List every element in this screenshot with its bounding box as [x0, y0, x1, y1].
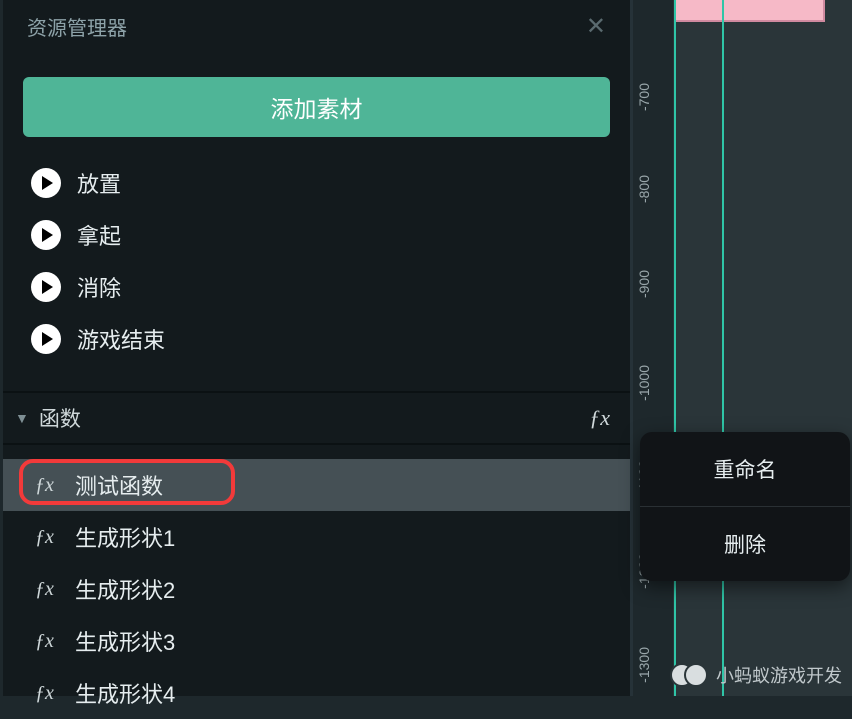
- action-label: 拿起: [77, 219, 121, 251]
- fx-icon: ƒx: [35, 578, 61, 601]
- function-item[interactable]: ƒx 生成形状1: [3, 511, 630, 563]
- function-item-test[interactable]: ƒx 测试函数: [3, 459, 630, 511]
- fx-icon: ƒx: [35, 682, 61, 705]
- fx-icon[interactable]: ƒx: [589, 405, 610, 431]
- functions-section-title: 函数: [39, 403, 81, 433]
- panel-header: 资源管理器 ✕: [3, 0, 630, 53]
- add-asset-label: 添加素材: [271, 90, 363, 124]
- ruler-tick: -900: [636, 270, 672, 298]
- function-item[interactable]: ƒx 生成形状3: [3, 615, 630, 667]
- context-menu-label: 删除: [724, 534, 766, 557]
- fx-icon: ƒx: [35, 630, 61, 653]
- function-item[interactable]: ƒx 生成形状4: [3, 667, 630, 719]
- collapse-triangle-icon: ▼: [15, 410, 29, 426]
- wechat-icon: [670, 663, 708, 687]
- function-label: 生成形状2: [75, 573, 175, 605]
- action-item-clear[interactable]: 消除: [31, 261, 614, 313]
- action-label: 游戏结束: [77, 323, 165, 355]
- canvas[interactable]: [673, 0, 852, 696]
- function-label: 生成形状3: [75, 625, 175, 657]
- functions-list: ƒx 测试函数 ƒx 生成形状1 ƒx 生成形状2 ƒx 生成形状3 ƒx 生成…: [3, 445, 630, 719]
- guide-line: [674, 0, 676, 696]
- context-menu-delete[interactable]: 删除: [640, 507, 850, 581]
- action-item-place[interactable]: 放置: [31, 157, 614, 209]
- play-icon: [31, 168, 61, 198]
- context-menu: 重命名 删除: [640, 432, 850, 581]
- fx-icon: ƒx: [35, 526, 61, 549]
- fx-icon: ƒx: [35, 474, 61, 497]
- function-item[interactable]: ƒx 生成形状2: [3, 563, 630, 615]
- add-asset-button[interactable]: 添加素材: [23, 77, 610, 137]
- play-icon: [31, 272, 61, 302]
- play-icon: [31, 324, 61, 354]
- function-label: 生成形状4: [75, 677, 175, 709]
- ruler-vertical: -700 -800 -900 -1000 -1100 -1200 -1300: [636, 25, 672, 696]
- resource-panel: 资源管理器 ✕ 添加素材 放置 拿起 消除 游戏结束 ▼ 函数 ƒx: [3, 0, 633, 696]
- ruler-tick: -800: [636, 175, 672, 203]
- action-item-pickup[interactable]: 拿起: [31, 209, 614, 261]
- canvas-object[interactable]: [674, 0, 825, 22]
- guide-line: [722, 0, 724, 696]
- action-list: 放置 拿起 消除 游戏结束: [3, 149, 630, 373]
- ruler-tick: -1300: [636, 647, 672, 683]
- context-menu-rename[interactable]: 重命名: [640, 432, 850, 507]
- context-menu-label: 重命名: [714, 459, 777, 482]
- play-icon: [31, 220, 61, 250]
- function-label: 测试函数: [75, 469, 163, 501]
- watermark: 小蚂蚁游戏开发: [670, 662, 842, 688]
- watermark-text: 小蚂蚁游戏开发: [716, 662, 842, 688]
- ruler-tick: -700: [636, 83, 672, 111]
- functions-section-header[interactable]: ▼ 函数 ƒx: [3, 391, 630, 445]
- action-label: 消除: [77, 271, 121, 303]
- action-label: 放置: [77, 167, 121, 199]
- action-item-gameover[interactable]: 游戏结束: [31, 313, 614, 365]
- function-label: 生成形状1: [75, 521, 175, 553]
- ruler-tick: -1000: [636, 365, 672, 401]
- close-icon[interactable]: ✕: [586, 12, 606, 41]
- panel-title: 资源管理器: [27, 12, 127, 41]
